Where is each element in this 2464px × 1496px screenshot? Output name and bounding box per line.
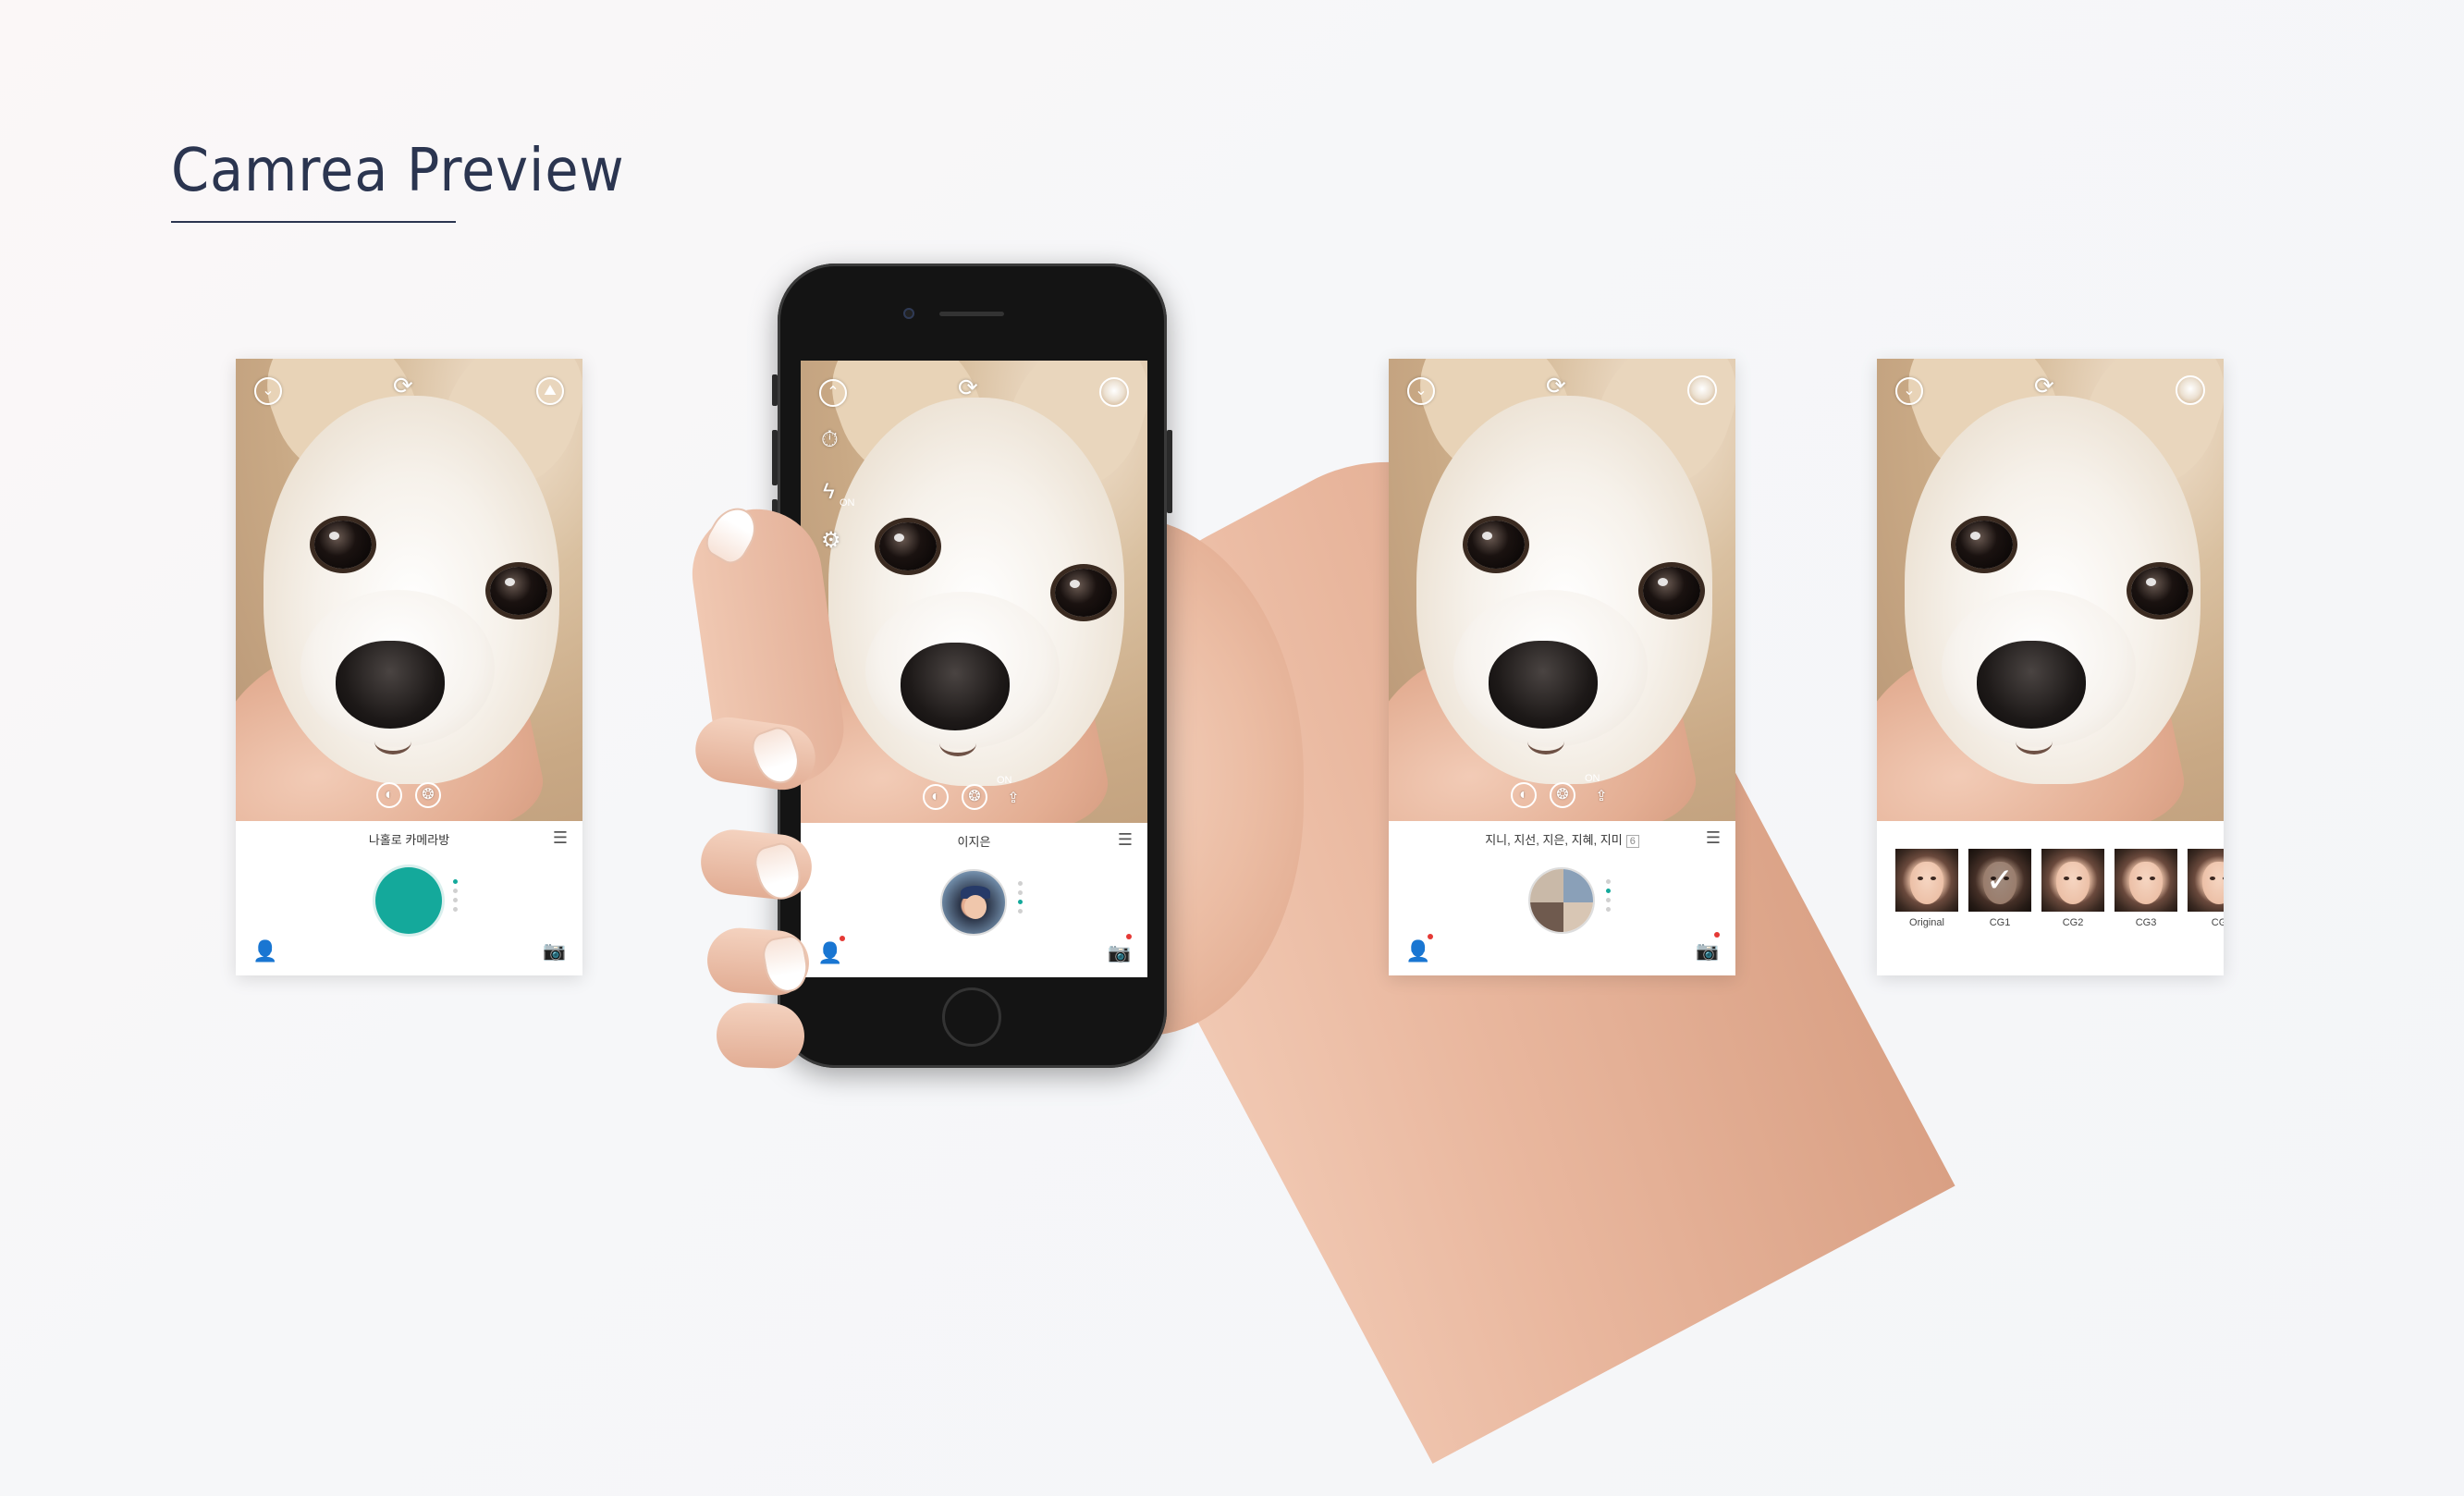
title-underline [171, 221, 456, 223]
filter-icon[interactable]: ❂ [1550, 782, 1575, 808]
camera-preview: ⌄ ⟳ [1877, 359, 2224, 821]
filter-cg1[interactable]: ✓ CG1 [1968, 849, 2031, 928]
filter-label: CG [2211, 917, 2224, 928]
room-title: 이지은 [957, 835, 991, 849]
screen-group-camera: ⌄ ⟳ ◐ ❂ ON ⇪ 지니, 지선, 지은, 지혜, 지미 6 ☰ 👤 📷 [1389, 359, 1735, 975]
camera-preview: ⌃ ⟳ ⏱ ϟ ON ⚙ ◐ ❂ ON ⇪ [801, 361, 1147, 823]
room-title: 나홀로 카메라방 [368, 833, 450, 847]
gallery-thumbnail[interactable] [1687, 375, 1717, 405]
front-camera [903, 308, 914, 319]
list-icon[interactable]: ☰ [1118, 830, 1133, 850]
mode-dots [1018, 881, 1024, 918]
screen-filter-select: ⌄ ⟳ Original ✓ CG1 CG2 CG3 CG [1877, 359, 2224, 975]
camera-list-icon[interactable]: 📷 [1696, 939, 1719, 963]
sticker-icon[interactable]: ◐ [376, 782, 402, 808]
switch-camera-icon[interactable]: ⟳ [2034, 374, 2054, 398]
participant-photo[interactable] [940, 869, 1007, 936]
switch-camera-icon[interactable]: ⟳ [958, 375, 978, 399]
camera-preview: ⌄ ⟳ ⛰ ◐ ❂ [236, 359, 582, 821]
chevron-down-icon[interactable]: ⌄ [1895, 377, 1923, 405]
filter-label: CG1 [1989, 917, 2011, 928]
switch-camera-icon[interactable]: ⟳ [1546, 374, 1566, 398]
list-icon[interactable]: ☰ [1706, 828, 1721, 848]
upload-icon[interactable]: ⇪ [1588, 786, 1614, 812]
room-members: 지니, 지선, 지은, 지혜, 지미 [1485, 833, 1623, 847]
filter-label: Original [1909, 917, 1944, 928]
mode-dots [1606, 879, 1612, 916]
user-icon[interactable]: 👤 [252, 939, 277, 963]
filter-on-label: ON [1585, 773, 1600, 784]
screen-single-person: ⌃ ⟳ ⏱ ϟ ON ⚙ ◐ ❂ ON ⇪ 이지은 ☰ 👤 📷 [801, 361, 1147, 977]
shutter-button[interactable] [375, 867, 442, 934]
filter-original[interactable]: Original [1895, 849, 1958, 928]
check-icon: ✓ [1968, 849, 2031, 912]
flash-on-label: ON [840, 497, 855, 509]
gallery-icon[interactable]: ⛰ [536, 377, 564, 405]
home-button[interactable] [942, 987, 1001, 1047]
gallery-thumbnail[interactable] [1099, 377, 1129, 407]
settings-icon[interactable]: ⚙ [821, 527, 841, 554]
chevron-down-icon[interactable]: ⌄ [254, 377, 282, 405]
filter-label: CG3 [2135, 917, 2157, 928]
gallery-thumbnail[interactable] [2176, 375, 2205, 405]
mode-dots [453, 879, 459, 916]
speaker [939, 312, 1004, 316]
timer-icon[interactable]: ⏱ [821, 427, 839, 453]
filter-icon[interactable]: ❂ [415, 782, 441, 808]
finger-4 [715, 1001, 806, 1070]
page-title: Camrea Preview [171, 137, 625, 205]
chevron-down-icon[interactable]: ⌄ [1407, 377, 1435, 405]
user-icon[interactable]: 👤 [817, 941, 842, 965]
screen-solo-camera: ⌄ ⟳ ⛰ ◐ ❂ 나홀로 카메라방 ☰ 👤 📷 [236, 359, 582, 975]
filter-on-label: ON [997, 775, 1012, 786]
sticker-icon[interactable]: ◐ [1511, 782, 1537, 808]
filter-cg4[interactable]: CG [2188, 849, 2224, 928]
filter-cg2[interactable]: CG2 [2041, 849, 2104, 928]
camera-list-icon[interactable]: 📷 [543, 939, 566, 963]
list-icon[interactable]: ☰ [553, 828, 568, 848]
flash-icon[interactable]: ϟ [823, 479, 835, 505]
upload-icon[interactable]: ⇪ [1000, 788, 1026, 814]
camera-list-icon[interactable]: 📷 [1108, 941, 1131, 964]
filter-strip: Original ✓ CG1 CG2 CG3 CG [1895, 849, 2224, 950]
user-icon[interactable]: 👤 [1405, 939, 1430, 963]
filter-icon[interactable]: ❂ [962, 784, 987, 810]
camera-preview: ⌄ ⟳ ◐ ❂ ON ⇪ [1389, 359, 1735, 821]
group-photo[interactable] [1528, 867, 1595, 934]
filter-label: CG2 [2062, 917, 2084, 928]
filter-cg3[interactable]: CG3 [2115, 849, 2177, 928]
sticker-icon[interactable]: ◐ [923, 784, 949, 810]
member-count: 6 [1625, 835, 1639, 848]
chevron-up-icon[interactable]: ⌃ [819, 379, 847, 407]
room-title: 지니, 지선, 지은, 지혜, 지미 6 [1389, 830, 1735, 848]
phone-device: ⌃ ⟳ ⏱ ϟ ON ⚙ ◐ ❂ ON ⇪ 이지은 ☰ 👤 📷 [772, 264, 1172, 1068]
switch-camera-icon[interactable]: ⟳ [393, 374, 413, 398]
